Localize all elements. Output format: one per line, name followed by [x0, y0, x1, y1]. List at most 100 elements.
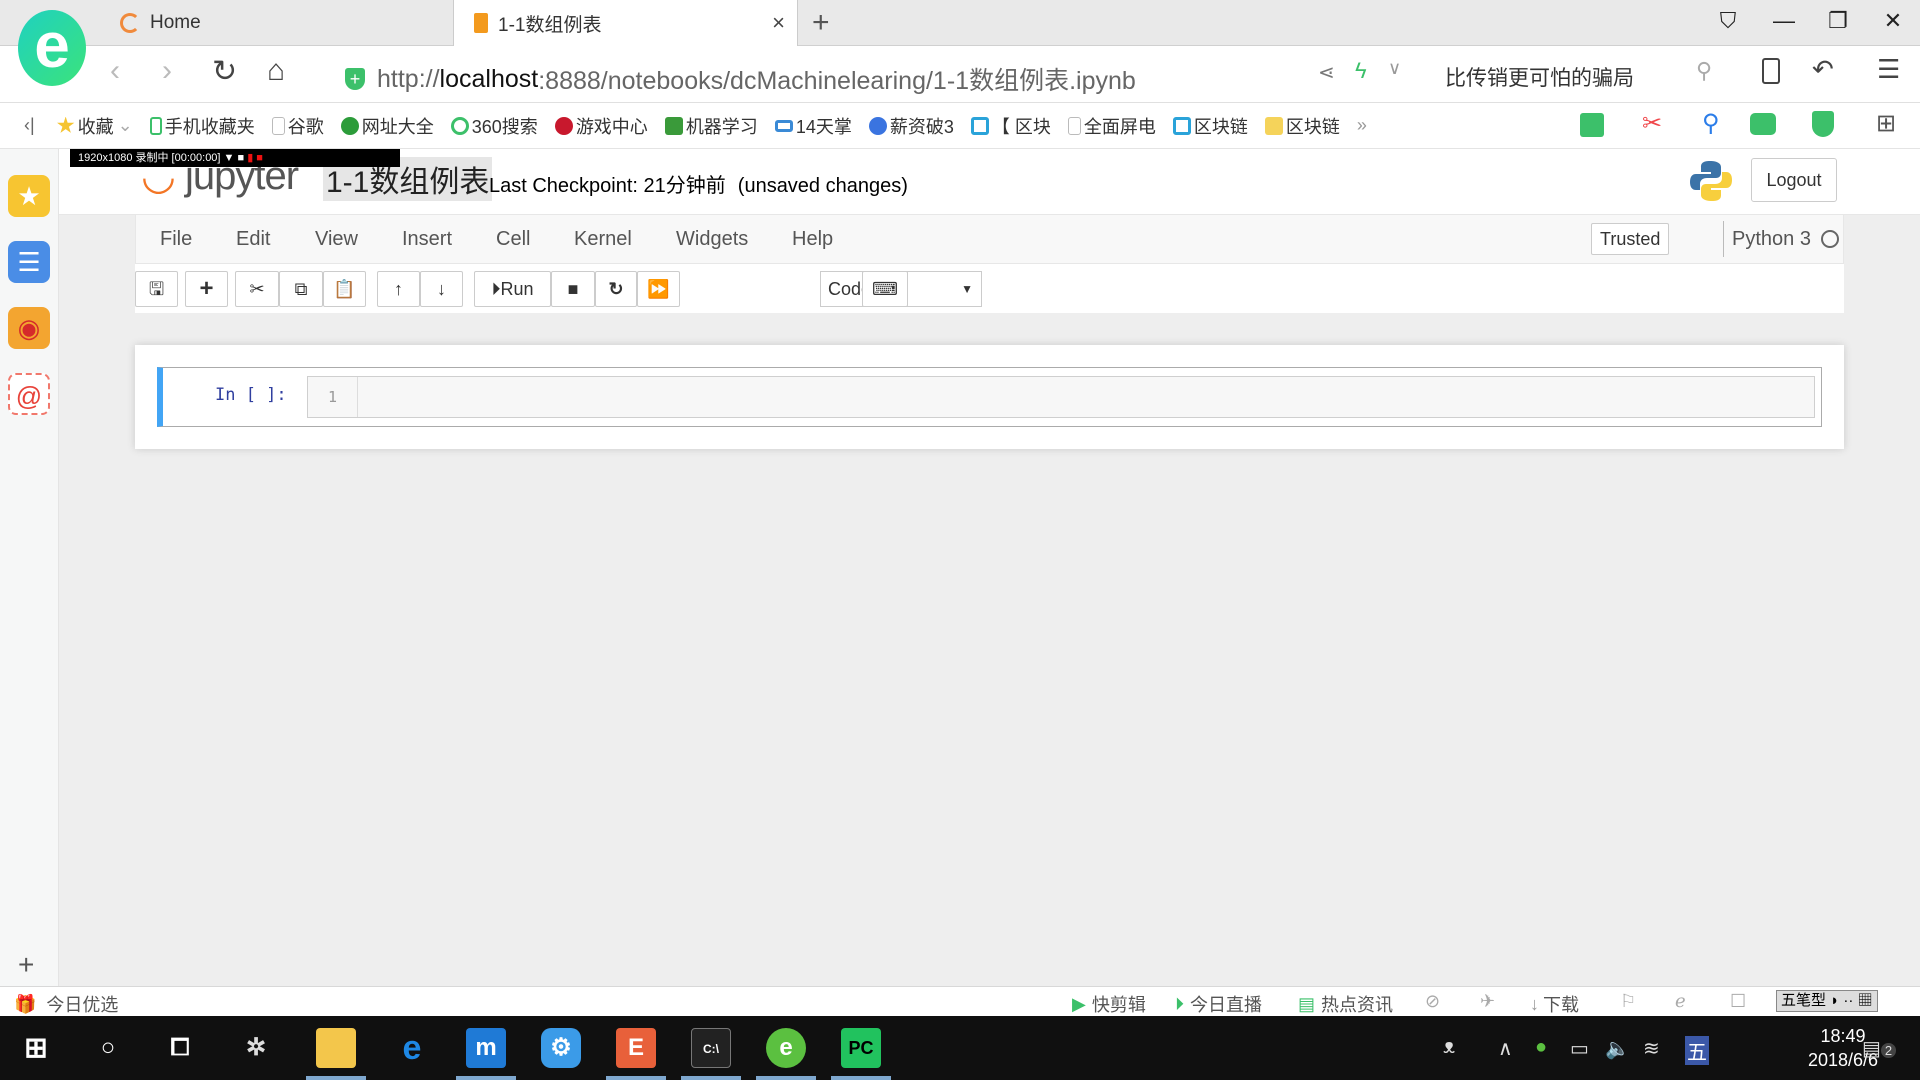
paste-icon[interactable]: 📋: [323, 271, 366, 307]
bookmark[interactable]: 全面屏电: [1067, 113, 1156, 139]
ime-indicator[interactable]: 五笔型 ◗ ·· ▦: [1776, 990, 1878, 1012]
share-icon[interactable]: ⋖: [1318, 60, 1335, 85]
forward-icon[interactable]: ›: [162, 54, 172, 88]
bookmark[interactable]: 手机收藏夹: [149, 113, 255, 139]
more-bookmarks[interactable]: »: [1357, 115, 1367, 136]
new-tab-button[interactable]: +: [812, 6, 830, 40]
stop-icon[interactable]: ■: [551, 271, 595, 307]
tab-notebook[interactable]: 1-1数组例表 ×: [453, 0, 798, 46]
browser-logo[interactable]: e: [18, 10, 86, 86]
maxthon-icon[interactable]: m: [466, 1028, 506, 1068]
url-input[interactable]: + http://localhost:8888/notebooks/dcMachi…: [345, 61, 1136, 97]
browser-taskbar-icon[interactable]: e: [766, 1028, 806, 1068]
copy-icon[interactable]: ⧉: [279, 271, 323, 307]
terminal-icon[interactable]: C:\: [691, 1028, 731, 1068]
notification-icon[interactable]: ▤ 2: [1862, 1036, 1897, 1061]
menu-cell[interactable]: Cell: [496, 228, 530, 251]
window-icon[interactable]: ☐: [1730, 991, 1746, 1012]
live-today[interactable]: ⏵ 今日直播: [1175, 991, 1262, 1017]
wifi-icon[interactable]: ≋: [1643, 1036, 1660, 1061]
restart-icon[interactable]: ↻: [595, 271, 637, 307]
bookmark[interactable]: 游戏中心: [554, 113, 648, 139]
undo-icon[interactable]: ↶: [1812, 54, 1834, 85]
tray-expand-icon[interactable]: ∧: [1498, 1036, 1513, 1061]
bookmark[interactable]: 【 区块: [970, 113, 1051, 139]
menu-view[interactable]: View: [315, 228, 358, 251]
task-view-icon[interactable]: ⧠: [160, 1028, 200, 1068]
ie-icon[interactable]: ℯ: [1675, 991, 1686, 1012]
flag-icon[interactable]: ⚐: [1620, 991, 1636, 1012]
wallet-shield-icon[interactable]: [1812, 111, 1834, 137]
today-picks[interactable]: 🎁 今日优选: [14, 991, 118, 1017]
menu-insert[interactable]: Insert: [402, 228, 452, 251]
quick-edit[interactable]: ▶ 快剪辑: [1072, 991, 1146, 1017]
bookmark[interactable]: 机器学习: [664, 113, 758, 139]
windows-start-icon[interactable]: ⊞: [16, 1028, 56, 1068]
menu-help[interactable]: Help: [792, 228, 833, 251]
app-icon[interactable]: ✲: [236, 1028, 276, 1068]
menu-widgets[interactable]: Widgets: [676, 228, 748, 251]
cortana-icon[interactable]: ○: [88, 1028, 128, 1068]
bookmark[interactable]: 网址大全: [340, 113, 434, 139]
favorites-icon[interactable]: ★: [8, 175, 50, 217]
minimize-button[interactable]: —: [1764, 8, 1804, 34]
code-input[interactable]: 1: [307, 376, 1815, 418]
bookmark[interactable]: 区块链: [1172, 113, 1248, 139]
back-icon[interactable]: ‹: [110, 54, 120, 88]
collapse-sidebar-icon[interactable]: ‹|: [24, 115, 35, 136]
close-tab-icon[interactable]: ×: [772, 10, 785, 36]
logout-button[interactable]: Logout: [1751, 158, 1837, 202]
menu-edit[interactable]: Edit: [236, 228, 270, 251]
tablet-icon[interactable]: [1762, 58, 1780, 84]
home-icon[interactable]: ⌂: [267, 54, 285, 88]
move-down-icon[interactable]: ↓: [420, 271, 463, 307]
edge-icon[interactable]: e: [392, 1028, 432, 1068]
close-window-button[interactable]: ✕: [1873, 8, 1913, 34]
menu-kernel[interactable]: Kernel: [574, 228, 632, 251]
mail-icon[interactable]: @: [8, 373, 50, 415]
gamepad-icon[interactable]: [1750, 113, 1776, 135]
battery-icon[interactable]: ▭: [1570, 1036, 1589, 1061]
lightning-icon[interactable]: ϟ: [1355, 58, 1367, 84]
code-cell[interactable]: In [ ]: 1: [157, 367, 1822, 427]
run-button[interactable]: ⏵Run: [474, 271, 551, 307]
bookmark[interactable]: 薪资破3: [868, 113, 954, 139]
trusted-badge[interactable]: Trusted: [1591, 223, 1670, 255]
hot-news[interactable]: ▤ 热点资讯: [1298, 991, 1393, 1017]
menu-icon[interactable]: ☰: [1877, 54, 1900, 85]
tab-home[interactable]: Home: [100, 0, 452, 46]
downloads[interactable]: ↓ 下载: [1530, 991, 1579, 1017]
cut-icon[interactable]: ✂: [235, 271, 279, 307]
rocket-icon[interactable]: ✈: [1480, 991, 1495, 1012]
scissors-icon[interactable]: ✂: [1642, 109, 1662, 138]
ime-tray-icon[interactable]: 五: [1685, 1036, 1709, 1065]
presentation-icon[interactable]: E: [616, 1028, 656, 1068]
restore-button[interactable]: ❐: [1818, 8, 1858, 34]
insert-cell-button[interactable]: +: [185, 271, 228, 307]
screen-recorder-bar[interactable]: 1920x1080 录制中 [00:00:00] ▼ ■ ▮ ■: [70, 149, 400, 167]
bookmark[interactable]: 14天掌: [774, 113, 852, 139]
bookmark[interactable]: 谷歌: [271, 113, 324, 139]
keyboard-icon[interactable]: ⌨: [862, 271, 908, 307]
bookmark[interactable]: 收藏 ⌄: [57, 113, 133, 139]
video-app-icon[interactable]: ⚙: [541, 1028, 581, 1068]
add-icon[interactable]: +: [18, 949, 34, 981]
move-up-icon[interactable]: ↑: [377, 271, 420, 307]
translate-icon[interactable]: [1580, 113, 1604, 137]
people-icon[interactable]: ᴥ: [1443, 1036, 1455, 1059]
key-search-icon[interactable]: ⚲: [1702, 109, 1720, 138]
search-input[interactable]: 比传销更可怕的骗局: [1445, 62, 1634, 92]
pycharm-icon[interactable]: PC: [841, 1028, 881, 1068]
speed-icon[interactable]: ⊘: [1425, 991, 1440, 1012]
tray-browser-icon[interactable]: ●: [1535, 1036, 1547, 1059]
reload-icon[interactable]: ↻: [212, 54, 237, 89]
bookmark[interactable]: 区块链: [1264, 113, 1340, 139]
volume-icon[interactable]: 🔈: [1605, 1036, 1630, 1061]
weibo-icon[interactable]: ◉: [8, 307, 50, 349]
menu-file[interactable]: File: [160, 228, 192, 251]
apps-icon[interactable]: ⊞: [1876, 109, 1896, 138]
shirt-icon[interactable]: ⛉: [1708, 8, 1748, 34]
fast-forward-icon[interactable]: ⏩: [637, 271, 680, 307]
bookmark[interactable]: 360搜索: [450, 113, 538, 139]
save-icon[interactable]: 🖫: [135, 271, 178, 307]
